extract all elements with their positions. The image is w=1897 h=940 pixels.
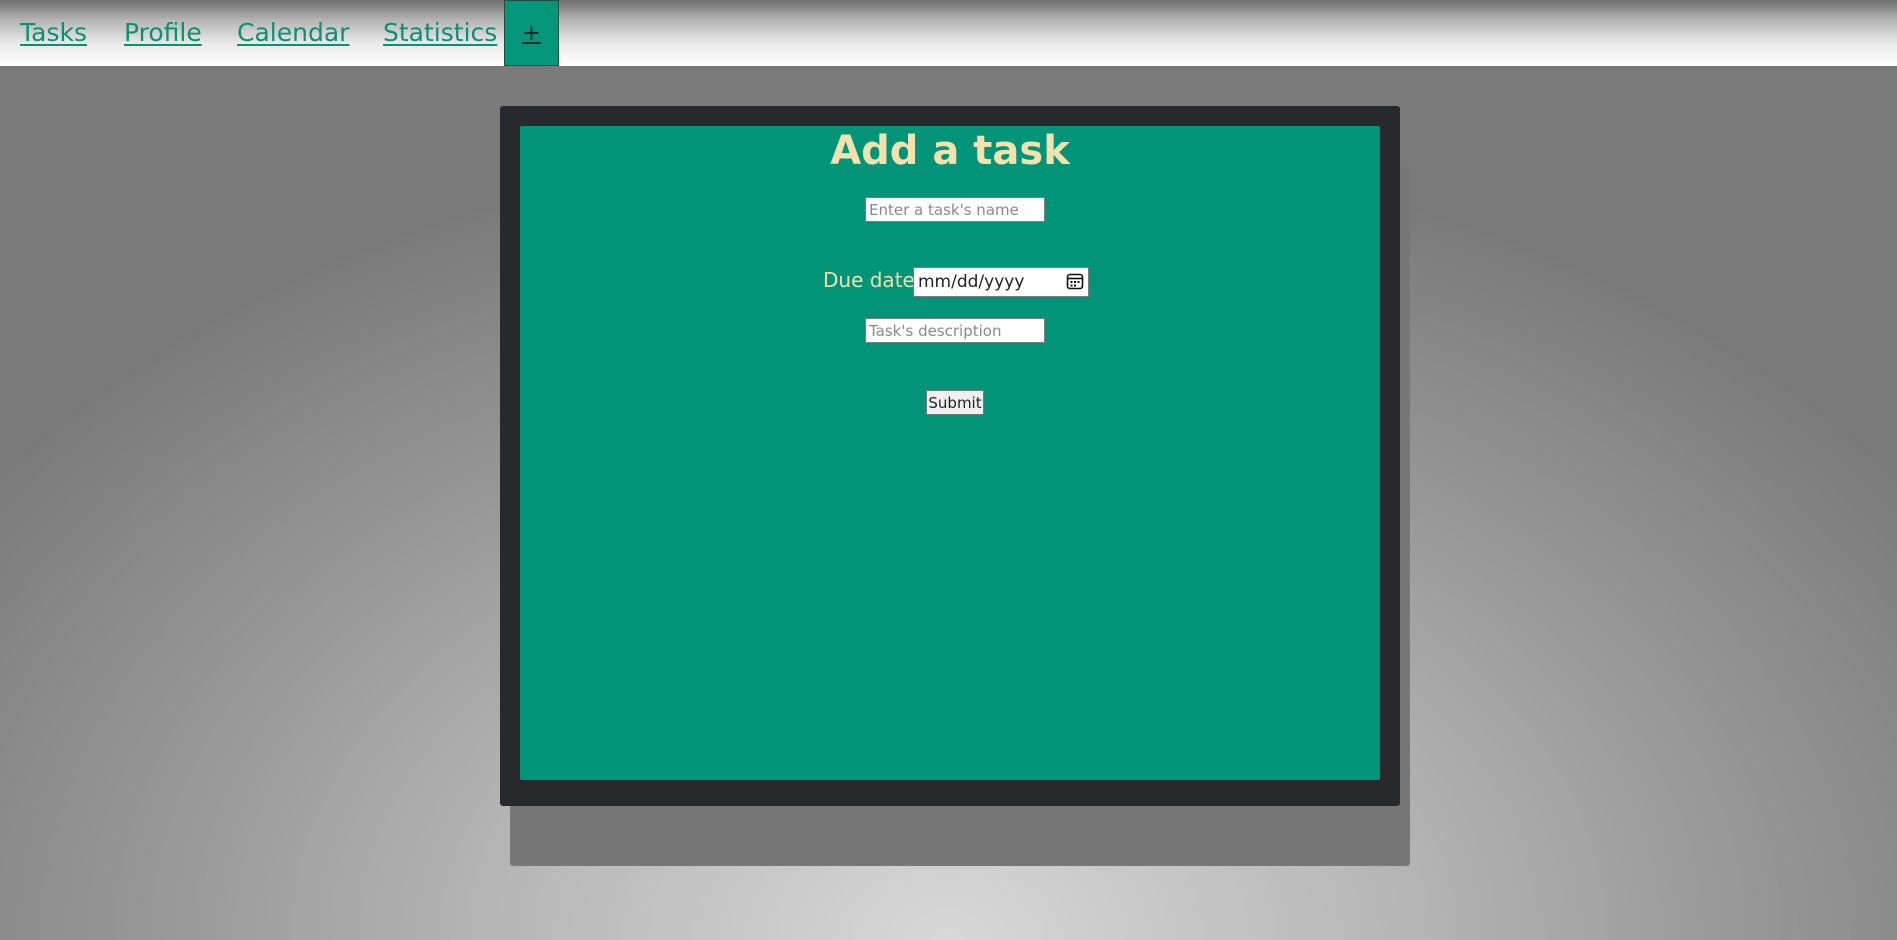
task-description-input[interactable] bbox=[865, 318, 1045, 343]
due-date-label: Due date bbox=[823, 268, 915, 292]
add-task-panel: Add a task Due date mm/dd/yyyy Submit bbox=[520, 126, 1380, 780]
calendar-icon[interactable] bbox=[1066, 272, 1084, 290]
nav-link-tasks[interactable]: Tasks bbox=[20, 18, 87, 47]
task-name-input[interactable] bbox=[865, 197, 1045, 222]
nav-link-statistics[interactable]: Statistics bbox=[383, 18, 497, 47]
due-date-input[interactable]: mm/dd/yyyy bbox=[913, 267, 1089, 297]
submit-button[interactable]: Submit bbox=[926, 390, 984, 415]
page-title: Add a task bbox=[830, 128, 1070, 174]
plus-icon: + bbox=[522, 20, 541, 46]
add-task-nav-button[interactable]: + bbox=[504, 0, 559, 66]
nav-link-calendar[interactable]: Calendar bbox=[237, 18, 349, 47]
nav-link-profile[interactable]: Profile bbox=[124, 18, 202, 47]
top-navbar: Tasks Profile Calendar Statistics + bbox=[0, 0, 1897, 66]
due-date-value: mm/dd/yyyy bbox=[918, 272, 1025, 292]
